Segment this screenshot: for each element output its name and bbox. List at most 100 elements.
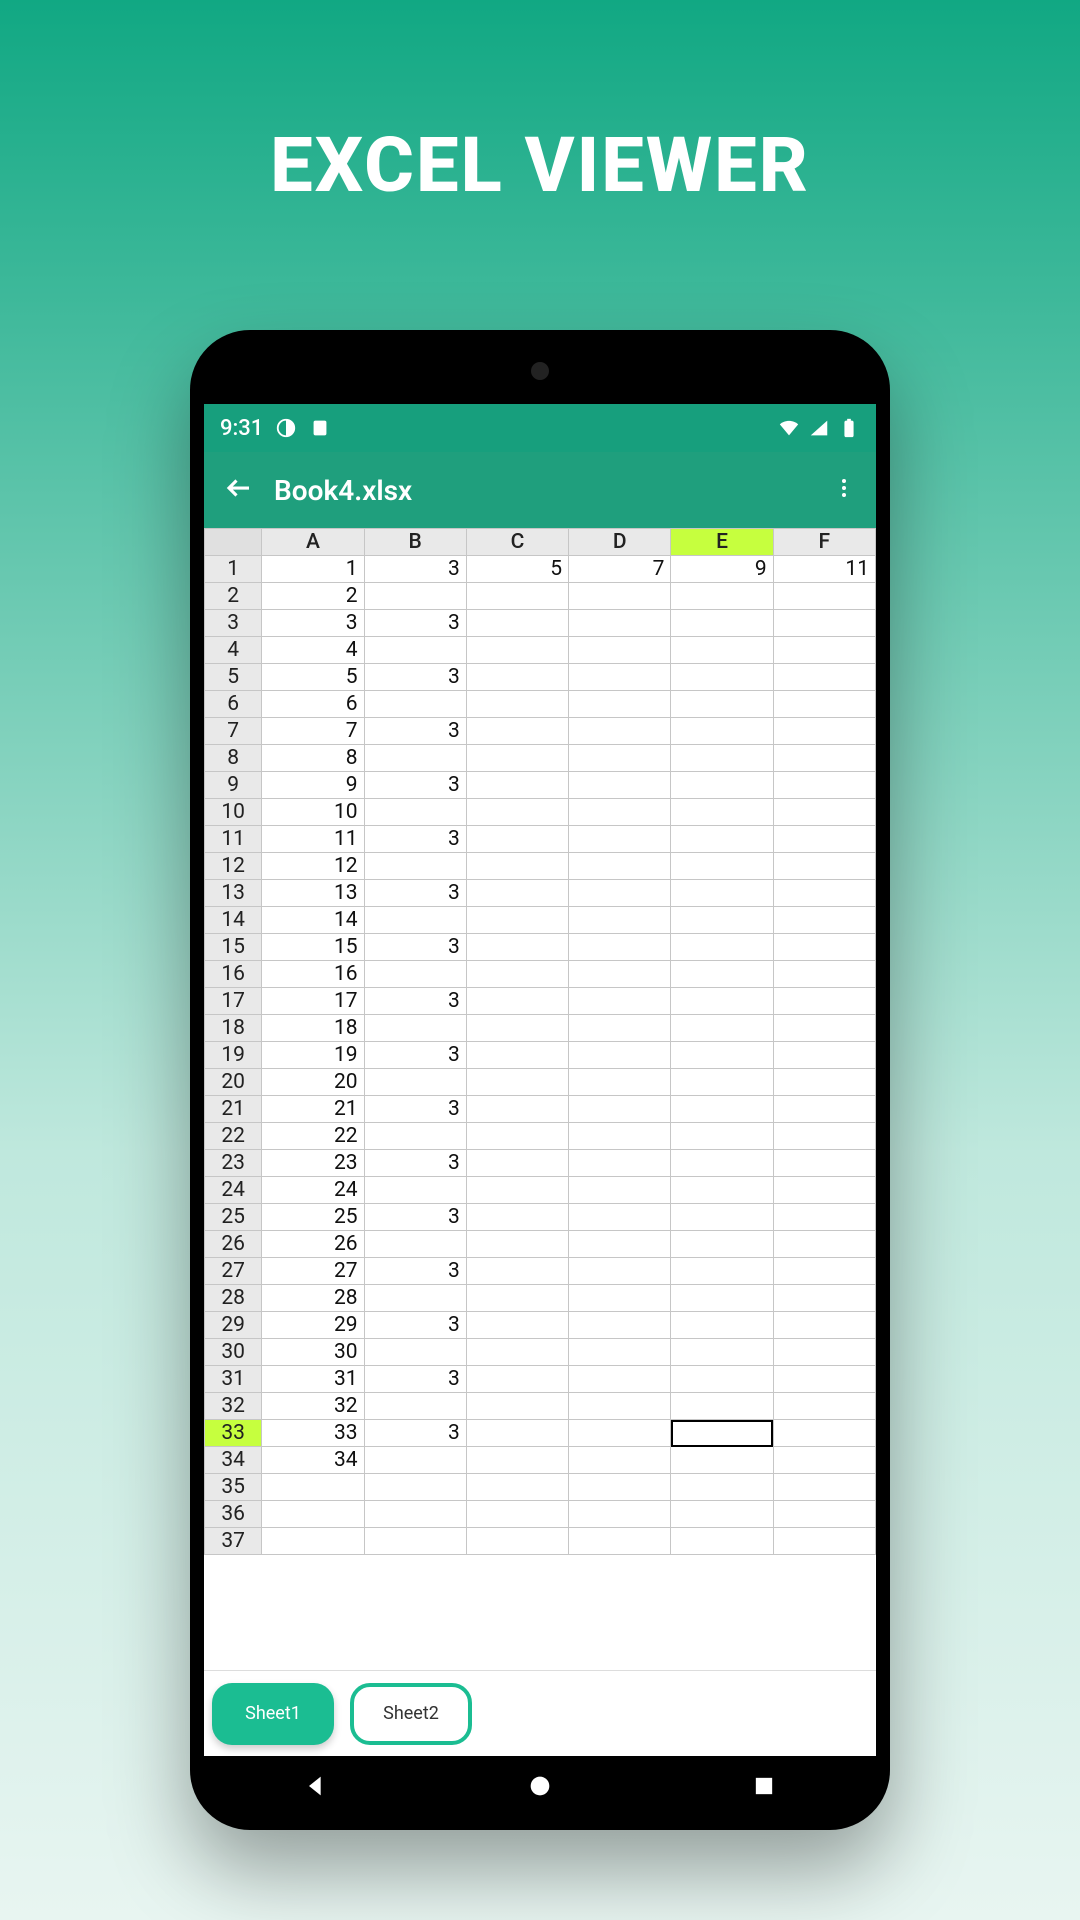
nav-home-icon[interactable] <box>526 1772 554 1800</box>
row-header[interactable]: 12 <box>205 853 262 880</box>
row-header[interactable]: 20 <box>205 1069 262 1096</box>
row-header[interactable]: 26 <box>205 1231 262 1258</box>
cell[interactable] <box>773 880 875 907</box>
cell[interactable]: 15 <box>262 934 364 961</box>
cell[interactable] <box>671 1420 773 1447</box>
row-header[interactable]: 5 <box>205 664 262 691</box>
cell[interactable] <box>671 1042 773 1069</box>
nav-recents-icon[interactable] <box>750 1772 778 1800</box>
cell[interactable] <box>773 1420 875 1447</box>
cell[interactable] <box>671 1501 773 1528</box>
cell[interactable] <box>671 880 773 907</box>
cell[interactable]: 20 <box>262 1069 364 1096</box>
cell[interactable] <box>569 934 671 961</box>
cell[interactable]: 3 <box>364 1096 466 1123</box>
cell[interactable]: 3 <box>364 718 466 745</box>
cell[interactable] <box>466 988 568 1015</box>
cell[interactable] <box>364 1069 466 1096</box>
cell[interactable]: 14 <box>262 907 364 934</box>
cell[interactable] <box>671 988 773 1015</box>
column-header-D[interactable]: D <box>569 529 671 556</box>
cell[interactable] <box>569 745 671 772</box>
cell[interactable] <box>364 1501 466 1528</box>
row-header[interactable]: 28 <box>205 1285 262 1312</box>
cell[interactable] <box>671 691 773 718</box>
cell[interactable] <box>262 1474 364 1501</box>
cell[interactable] <box>569 1285 671 1312</box>
cell[interactable]: 7 <box>569 556 671 583</box>
cell[interactable] <box>671 1069 773 1096</box>
cell[interactable] <box>569 1447 671 1474</box>
cell[interactable] <box>466 826 568 853</box>
cell[interactable] <box>364 853 466 880</box>
cell[interactable] <box>773 934 875 961</box>
cell[interactable] <box>773 1231 875 1258</box>
cell[interactable] <box>466 1420 568 1447</box>
cell[interactable] <box>671 1177 773 1204</box>
cell[interactable] <box>569 1312 671 1339</box>
cell[interactable] <box>773 718 875 745</box>
cell[interactable] <box>773 691 875 718</box>
cell[interactable] <box>364 1285 466 1312</box>
row-header[interactable]: 33 <box>205 1420 262 1447</box>
cell[interactable] <box>773 1366 875 1393</box>
cell[interactable]: 5 <box>466 556 568 583</box>
row-header[interactable]: 8 <box>205 745 262 772</box>
cell[interactable] <box>364 1177 466 1204</box>
cell[interactable] <box>773 1258 875 1285</box>
cell[interactable] <box>671 799 773 826</box>
cell[interactable] <box>671 1393 773 1420</box>
cell[interactable]: 3 <box>364 1366 466 1393</box>
cell[interactable] <box>671 745 773 772</box>
cell[interactable]: 2 <box>262 583 364 610</box>
cell[interactable] <box>773 1069 875 1096</box>
cell[interactable] <box>364 1123 466 1150</box>
cell[interactable] <box>773 1150 875 1177</box>
column-header-C[interactable]: C <box>466 529 568 556</box>
cell[interactable] <box>569 637 671 664</box>
cell[interactable] <box>569 1069 671 1096</box>
cell[interactable]: 4 <box>262 637 364 664</box>
cell[interactable] <box>466 745 568 772</box>
cell[interactable] <box>671 1150 773 1177</box>
row-header[interactable]: 27 <box>205 1258 262 1285</box>
cell[interactable] <box>569 718 671 745</box>
cell[interactable] <box>262 1528 364 1555</box>
cell[interactable] <box>569 1474 671 1501</box>
cell[interactable]: 3 <box>364 1312 466 1339</box>
cell[interactable] <box>671 772 773 799</box>
row-header[interactable]: 24 <box>205 1177 262 1204</box>
cell[interactable]: 3 <box>364 880 466 907</box>
cell[interactable] <box>773 1015 875 1042</box>
cell[interactable]: 3 <box>364 826 466 853</box>
row-header[interactable]: 23 <box>205 1150 262 1177</box>
cell[interactable] <box>671 826 773 853</box>
cell[interactable]: 3 <box>364 1420 466 1447</box>
cell[interactable] <box>364 799 466 826</box>
cell[interactable]: 26 <box>262 1231 364 1258</box>
cell[interactable] <box>773 1447 875 1474</box>
cell[interactable] <box>364 637 466 664</box>
sheet-tab-sheet1[interactable]: Sheet1 <box>212 1683 334 1745</box>
column-header-B[interactable]: B <box>364 529 466 556</box>
cell[interactable] <box>466 1150 568 1177</box>
cell[interactable]: 24 <box>262 1177 364 1204</box>
cell[interactable] <box>569 826 671 853</box>
cell[interactable] <box>569 1339 671 1366</box>
cell[interactable] <box>569 799 671 826</box>
row-header[interactable]: 2 <box>205 583 262 610</box>
row-header[interactable]: 36 <box>205 1501 262 1528</box>
cell[interactable] <box>466 1231 568 1258</box>
cell[interactable] <box>671 610 773 637</box>
cell[interactable] <box>466 1204 568 1231</box>
cell[interactable] <box>569 664 671 691</box>
cell[interactable]: 19 <box>262 1042 364 1069</box>
cell[interactable] <box>364 1231 466 1258</box>
cell[interactable]: 3 <box>364 934 466 961</box>
cell[interactable]: 3 <box>364 664 466 691</box>
cell[interactable]: 22 <box>262 1123 364 1150</box>
cell[interactable] <box>773 772 875 799</box>
cell[interactable] <box>773 1393 875 1420</box>
cell[interactable] <box>466 1393 568 1420</box>
cell[interactable] <box>773 1177 875 1204</box>
